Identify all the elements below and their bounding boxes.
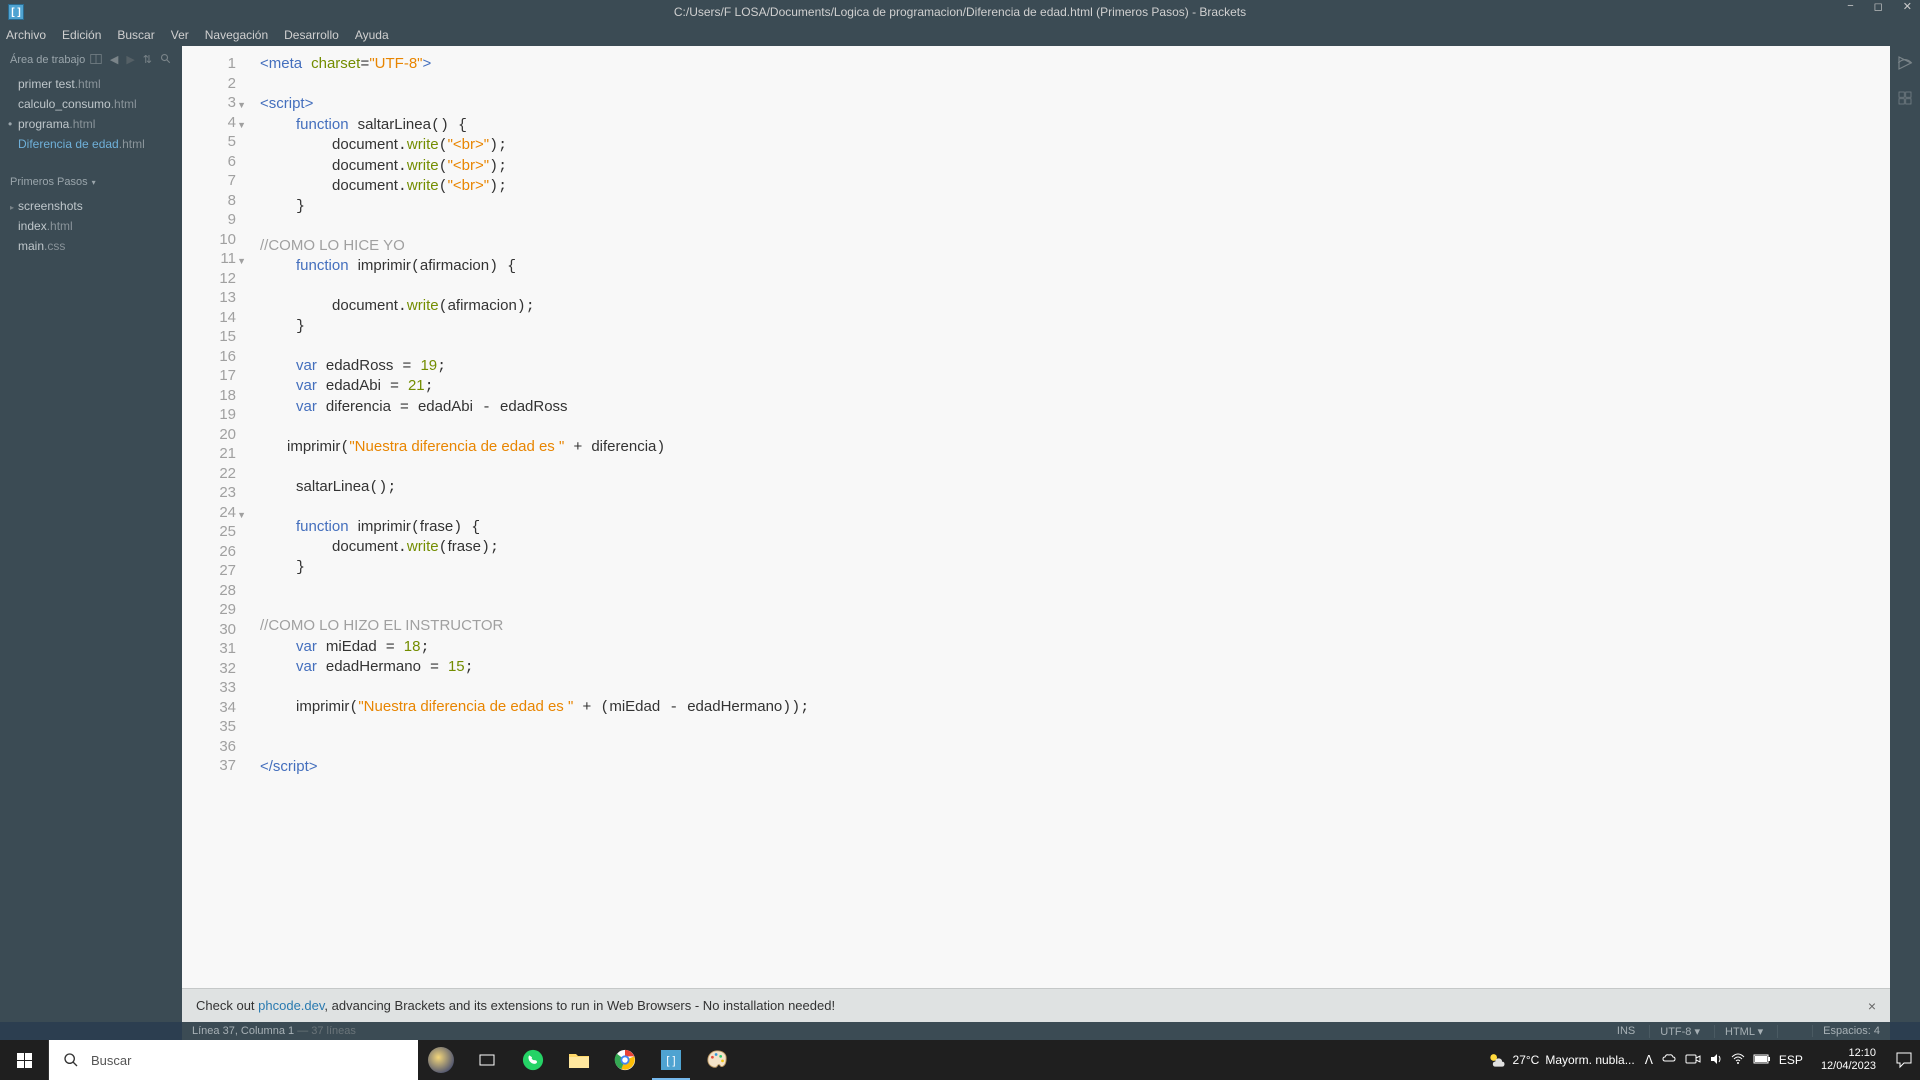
working-file-item[interactable]: calculo_consumo.html: [0, 94, 182, 114]
menubar: Archivo Edición Buscar Ver Navegación De…: [0, 24, 1920, 46]
status-line-count: — 37 líneas: [294, 1025, 356, 1037]
window-maximize-button[interactable]: ◻: [1870, 0, 1887, 13]
window-close-button[interactable]: ✕: [1899, 0, 1916, 13]
tray-meet-now-icon[interactable]: [1685, 1053, 1701, 1068]
weather-widget[interactable]: 27°C Mayorm. nubla...: [1487, 1050, 1635, 1070]
working-file-item[interactable]: programa.html: [0, 114, 182, 134]
tray-chevron-up-icon[interactable]: ᐱ: [1645, 1053, 1653, 1067]
code-editor[interactable]: 123▼4▼567891011▼121314151617181920212223…: [182, 46, 1890, 1022]
cortana-icon[interactable]: [418, 1040, 464, 1080]
start-button[interactable]: [0, 1040, 48, 1080]
taskbar-search[interactable]: Buscar: [48, 1040, 418, 1080]
clock-date: 12/04/2023: [1821, 1060, 1876, 1073]
clock-time: 12:10: [1821, 1047, 1876, 1060]
weather-text: Mayorm. nubla...: [1545, 1053, 1634, 1067]
tray-language-indicator[interactable]: ESP: [1779, 1053, 1803, 1067]
chrome-icon[interactable]: [602, 1040, 648, 1080]
menu-file[interactable]: Archivo: [6, 28, 46, 42]
task-view-icon[interactable]: [464, 1040, 510, 1080]
menu-view[interactable]: Ver: [171, 28, 189, 42]
notification-bar: Check out phcode.dev, advancing Brackets…: [182, 988, 1890, 1022]
tray-onedrive-icon[interactable]: [1661, 1053, 1677, 1068]
app-logo: [ ]: [8, 4, 24, 20]
weather-temp: 27°C: [1513, 1053, 1540, 1067]
file-explorer-icon[interactable]: [556, 1040, 602, 1080]
project-folder-item[interactable]: screenshots: [0, 196, 182, 216]
paint-icon[interactable]: [694, 1040, 740, 1080]
notice-post-text: , advancing Brackets and its extensions …: [324, 998, 835, 1013]
working-files-header: Área de trabajo ◀ ▶ ⇅: [0, 46, 182, 74]
insert-mode-indicator[interactable]: INS: [1607, 1025, 1635, 1037]
tray-wifi-icon[interactable]: [1731, 1053, 1745, 1068]
split-view-icon[interactable]: [90, 53, 102, 68]
menu-develop[interactable]: Desarrollo: [284, 28, 339, 42]
notice-close-button[interactable]: ×: [1868, 998, 1876, 1014]
tray-battery-icon[interactable]: [1753, 1053, 1771, 1067]
project-name-label: Primeros Pasos: [10, 176, 88, 188]
project-header[interactable]: Primeros Pasos ▾: [0, 168, 182, 196]
search-icon[interactable]: [160, 53, 172, 68]
nav-forward-icon[interactable]: ▶: [126, 53, 134, 68]
live-preview-icon[interactable]: [1896, 54, 1914, 77]
status-bar: Línea 37, Columna 1 — 37 líneas INS UTF-…: [182, 1022, 1890, 1040]
menu-find[interactable]: Buscar: [117, 28, 154, 42]
project-file-item[interactable]: index.html: [0, 216, 182, 236]
taskbar-clock[interactable]: 12:10 12/04/2023: [1813, 1047, 1884, 1073]
encoding-selector[interactable]: UTF-8 ▾: [1649, 1025, 1700, 1038]
menu-help[interactable]: Ayuda: [355, 28, 389, 42]
indent-selector[interactable]: Espacios: 4: [1812, 1025, 1880, 1037]
brackets-app-icon[interactable]: [ ]: [648, 1040, 694, 1080]
line-number-gutter: 123▼4▼567891011▼121314151617181920212223…: [182, 46, 242, 1022]
chevron-down-icon: ▾: [92, 178, 96, 187]
language-mode-selector[interactable]: HTML ▾: [1714, 1025, 1763, 1038]
nav-back-icon[interactable]: ◀: [110, 53, 118, 68]
working-files-label: Área de trabajo: [10, 54, 85, 66]
window-title: C:/Users/F LOSA/Documents/Logica de prog…: [674, 5, 1246, 19]
notice-pre-text: Check out: [196, 998, 258, 1013]
sidebar: Área de trabajo ◀ ▶ ⇅ primer test.htmlca…: [0, 46, 182, 1022]
extension-manager-icon[interactable]: [1896, 89, 1914, 112]
search-placeholder: Buscar: [91, 1053, 131, 1068]
right-toolbar: [1890, 46, 1920, 1022]
working-file-item[interactable]: primer test.html: [0, 74, 182, 94]
cursor-position-label[interactable]: Línea 37, Columna 1: [192, 1025, 294, 1037]
linting-status-icon[interactable]: [1777, 1025, 1798, 1038]
svg-text:[ ]: [ ]: [666, 1055, 675, 1067]
notice-link[interactable]: phcode.dev: [258, 998, 324, 1013]
working-file-item[interactable]: Diferencia de edad.html: [0, 134, 182, 154]
search-icon: [63, 1052, 79, 1068]
windows-taskbar: Buscar [ ] 27°C Mayorm. nubla... ᐱ ESP 1…: [0, 1040, 1920, 1080]
tray-volume-icon[interactable]: [1709, 1052, 1723, 1069]
menu-navigate[interactable]: Navegación: [205, 28, 268, 42]
whatsapp-icon[interactable]: [510, 1040, 556, 1080]
project-file-item[interactable]: main.css: [0, 236, 182, 256]
action-center-icon[interactable]: [1894, 1050, 1914, 1070]
weather-cloud-sun-icon: [1487, 1050, 1507, 1070]
window-minimize-button[interactable]: −: [1843, 0, 1857, 13]
menu-edit[interactable]: Edición: [62, 28, 101, 42]
code-content[interactable]: <meta charset="UTF-8"> <script> function…: [242, 46, 1890, 1022]
sort-icon[interactable]: ⇅: [143, 53, 152, 68]
window-titlebar: [ ] C:/Users/F LOSA/Documents/Logica de …: [0, 0, 1920, 24]
